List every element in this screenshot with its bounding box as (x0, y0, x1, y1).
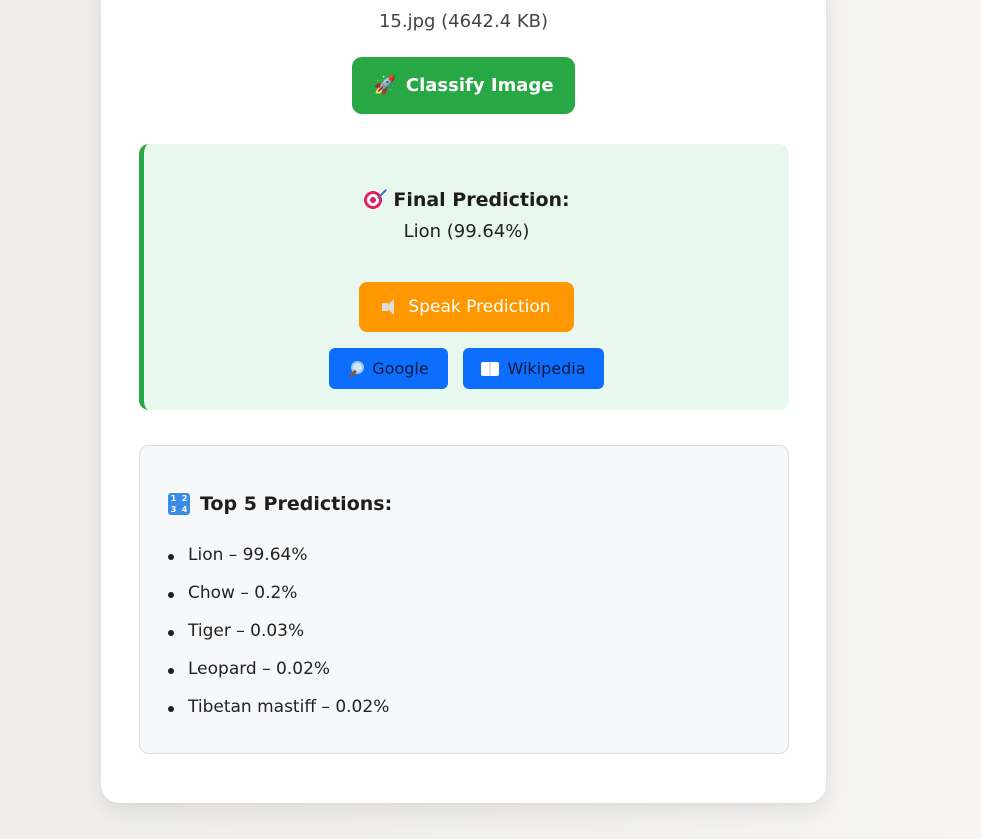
list-item: Tiger – 0.03% (167, 621, 389, 659)
classify-button-label: Classify Image (405, 75, 554, 96)
final-prediction-heading: Final Prediction: (144, 189, 789, 211)
magnifier-icon (348, 360, 365, 377)
list-item: Tibetan mastiff – 0.02% (167, 697, 389, 735)
main-card: 15.jpg (4642.4 KB) 🚀 Classify Image Fina… (101, 0, 826, 803)
speak-button-label: Speak Prediction (408, 297, 551, 317)
top5-title: Top 5 Predictions: (200, 493, 393, 515)
final-prediction-title: Final Prediction: (393, 189, 570, 211)
top5-heading: 1 2 3 4 Top 5 Predictions: (168, 493, 392, 515)
wikipedia-button-label: Wikipedia (507, 359, 586, 378)
numbers-1234-icon: 1 2 3 4 (168, 493, 190, 515)
final-prediction-panel: Final Prediction: Lion (99.64%) Speak Pr… (139, 144, 789, 410)
speak-prediction-button[interactable]: Speak Prediction (359, 282, 574, 332)
book-icon (481, 361, 500, 376)
speaker-icon (382, 299, 400, 315)
list-item: Chow – 0.2% (167, 583, 389, 621)
rocket-icon: 🚀 (373, 74, 396, 96)
google-button-label: Google (372, 359, 429, 378)
target-icon (363, 190, 384, 210)
list-item: Lion – 99.64% (167, 545, 389, 583)
top5-predictions-panel: 1 2 3 4 Top 5 Predictions: Lion – 99.64%… (139, 445, 789, 754)
google-search-button[interactable]: Google (329, 348, 448, 389)
top5-list: Lion – 99.64% Chow – 0.2% Tiger – 0.03% … (167, 545, 389, 735)
classify-image-button[interactable]: 🚀 Classify Image (352, 57, 575, 114)
file-info: 15.jpg (4642.4 KB) (378, 11, 549, 32)
final-prediction-value: Lion (99.64%) (403, 221, 530, 242)
list-item: Leopard – 0.02% (167, 659, 389, 697)
wikipedia-button[interactable]: Wikipedia (463, 348, 604, 389)
